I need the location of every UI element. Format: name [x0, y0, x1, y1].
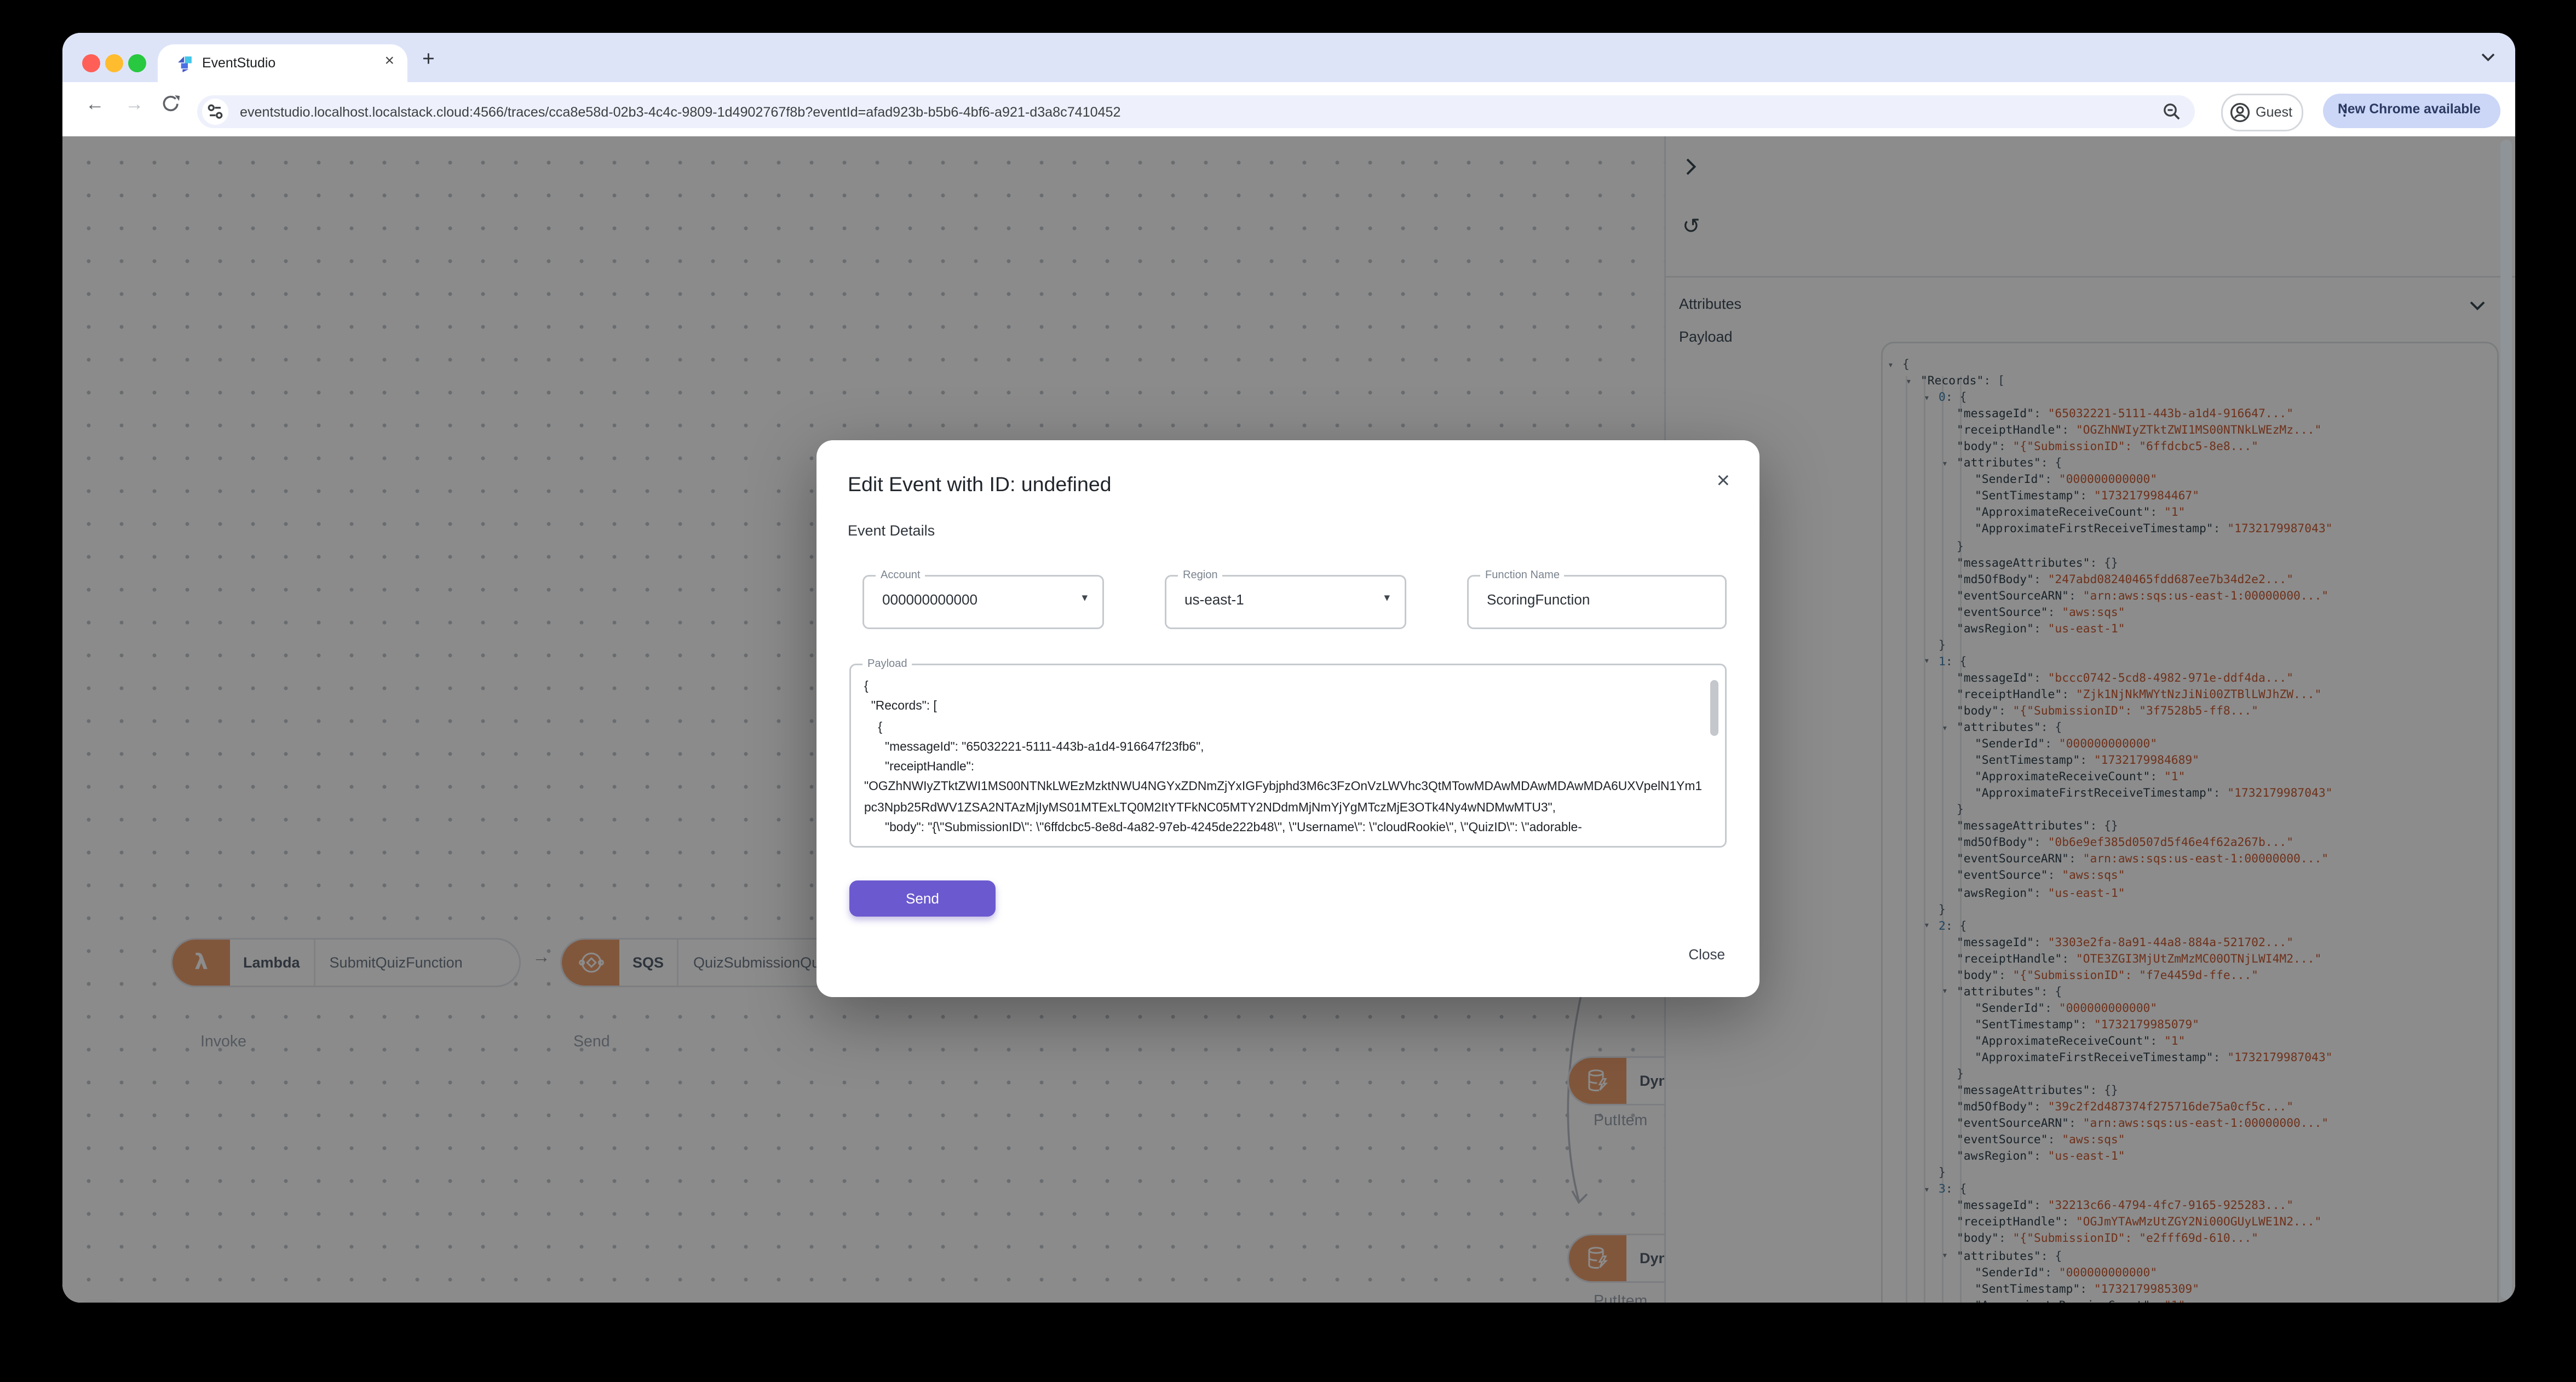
modal-title: Edit Event with ID: undefined — [848, 473, 1112, 496]
forward-button: → — [125, 95, 144, 115]
tab-close-icon[interactable]: × — [384, 51, 394, 74]
region-select[interactable]: Region us-east-1 ▾ — [1165, 569, 1406, 629]
modal-close-icon[interactable]: × — [1716, 467, 1730, 493]
window-zoom-button[interactable] — [128, 54, 146, 72]
region-dropdown-caret-icon[interactable]: ▾ — [1384, 591, 1390, 604]
page-scrollbar[interactable] — [2499, 140, 2514, 1299]
account-value: 000000000000 — [882, 591, 978, 608]
function-name-field[interactable]: Function Name ScoringFunction — [1467, 569, 1727, 629]
zoom-out-page-icon[interactable] — [2162, 101, 2182, 121]
eventstudio-favicon-icon — [176, 54, 194, 72]
account-select[interactable]: Account 000000000000 ▾ — [863, 569, 1104, 629]
event-details-label: Event Details — [848, 522, 935, 539]
browser-toolbar: ← → eventstudio.localhost.localstack.clo… — [62, 82, 2515, 136]
account-label: Account — [876, 569, 925, 581]
back-button[interactable]: ← — [85, 95, 105, 115]
payload-field-wrap: Payload { "Records": [ { "messageId": "6… — [849, 658, 1727, 848]
tab-eventstudio[interactable]: EventStudio × — [158, 44, 407, 82]
function-name-label: Function Name — [1480, 569, 1565, 581]
payload-label: Payload — [863, 658, 912, 670]
profile-label: Guest — [2256, 102, 2293, 119]
function-name-value: ScoringFunction — [1487, 591, 1590, 608]
tab-title: EventStudio — [202, 54, 276, 71]
screenshot-stage: EventStudio × + ← → eventstudio.localhos… — [0, 0, 2576, 1381]
url-text[interactable]: eventstudio.localhost.localstack.cloud:4… — [240, 103, 1121, 119]
close-button[interactable]: Close — [1688, 946, 1725, 963]
site-settings-tune-icon[interactable] — [202, 97, 228, 124]
region-label: Region — [1178, 569, 1223, 581]
tab-strip: EventStudio × + — [62, 33, 2515, 82]
new-tab-button[interactable]: + — [422, 48, 435, 69]
edit-event-modal: Edit Event with ID: undefined × Event De… — [817, 440, 1760, 997]
account-dropdown-caret-icon[interactable]: ▾ — [1082, 591, 1088, 604]
profile-button[interactable]: Guest — [2221, 94, 2303, 131]
window-minimize-button[interactable] — [105, 54, 123, 72]
browser-window: EventStudio × + ← → eventstudio.localhos… — [62, 33, 2515, 1303]
reload-button[interactable] — [161, 94, 181, 113]
payload-textarea[interactable]: { "Records": [ { "messageId": "65032221-… — [851, 665, 1725, 846]
payload-scrollbar-thumb[interactable] — [1710, 680, 1718, 736]
chrome-update-button[interactable]: New Chrome available ⋮ — [2323, 94, 2500, 128]
region-value: us-east-1 — [1185, 591, 1244, 608]
tab-search-chevron-icon[interactable] — [2481, 51, 2496, 62]
url-bar[interactable]: eventstudio.localhost.localstack.cloud:4… — [197, 94, 2195, 128]
window-close-button[interactable] — [82, 54, 100, 72]
send-button[interactable]: Send — [849, 880, 996, 917]
browser-menu-dots-icon[interactable]: ⋮ — [2338, 101, 2491, 118]
